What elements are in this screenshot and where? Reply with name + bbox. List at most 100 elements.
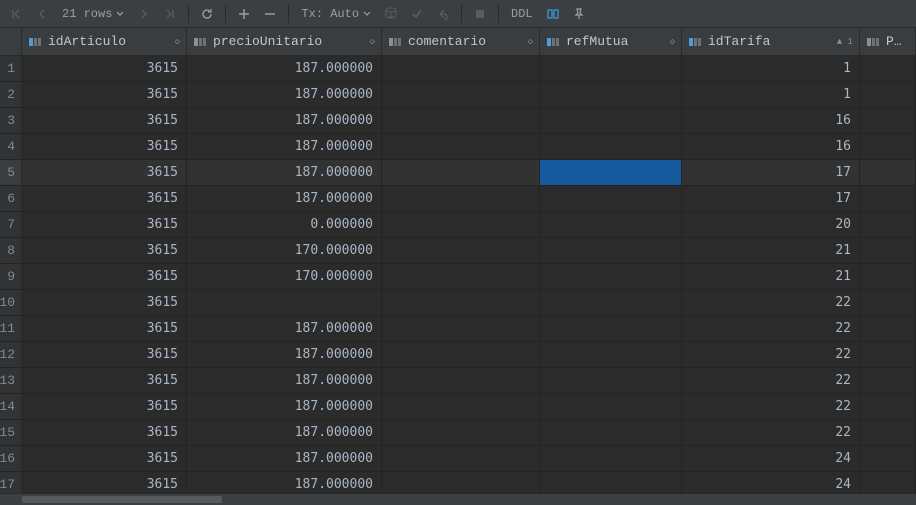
remove-row-button[interactable]	[258, 2, 282, 26]
prev-page-button[interactable]	[30, 2, 54, 26]
cell-idArticulo[interactable]: 3615	[22, 290, 187, 316]
cell-comentario[interactable]	[382, 186, 540, 212]
column-header-refMutua[interactable]: refMutua◇	[540, 28, 682, 56]
horizontal-scrollbar[interactable]	[0, 493, 916, 505]
ddl-button[interactable]: DDL	[505, 7, 539, 21]
cell-refMutua[interactable]	[540, 160, 682, 186]
row-number[interactable]: 3	[0, 108, 22, 134]
cell-pedi[interactable]	[860, 446, 916, 472]
column-header-Pedi[interactable]: Pedi	[860, 28, 916, 56]
row-number[interactable]: 16	[0, 446, 22, 472]
cell-refMutua[interactable]	[540, 134, 682, 160]
cell-refMutua[interactable]	[540, 472, 682, 493]
cell-pedi[interactable]	[860, 56, 916, 82]
cell-precioUnitario[interactable]: 187.000000	[187, 134, 382, 160]
cell-pedi[interactable]	[860, 368, 916, 394]
cell-idArticulo[interactable]: 3615	[22, 186, 187, 212]
cell-idArticulo[interactable]: 3615	[22, 238, 187, 264]
cell-comentario[interactable]	[382, 238, 540, 264]
cell-precioUnitario[interactable]	[187, 290, 382, 316]
cell-comentario[interactable]	[382, 82, 540, 108]
cell-refMutua[interactable]	[540, 108, 682, 134]
cell-idTarifa[interactable]: 24	[682, 446, 860, 472]
cell-idArticulo[interactable]: 3615	[22, 420, 187, 446]
cell-precioUnitario[interactable]: 187.000000	[187, 368, 382, 394]
reload-button[interactable]	[195, 2, 219, 26]
cell-idTarifa[interactable]: 22	[682, 316, 860, 342]
cell-precioUnitario[interactable]: 187.000000	[187, 342, 382, 368]
cell-idArticulo[interactable]: 3615	[22, 368, 187, 394]
row-number[interactable]: 8	[0, 238, 22, 264]
next-page-button[interactable]	[132, 2, 156, 26]
cell-precioUnitario[interactable]: 187.000000	[187, 82, 382, 108]
cell-refMutua[interactable]	[540, 316, 682, 342]
cell-precioUnitario[interactable]: 187.000000	[187, 160, 382, 186]
column-header-comentario[interactable]: comentario◇	[382, 28, 540, 56]
cell-pedi[interactable]	[860, 264, 916, 290]
add-row-button[interactable]	[232, 2, 256, 26]
row-number[interactable]: 9	[0, 264, 22, 290]
cell-idArticulo[interactable]: 3615	[22, 108, 187, 134]
cell-idTarifa[interactable]: 22	[682, 290, 860, 316]
cell-idTarifa[interactable]: 1	[682, 56, 860, 82]
cell-comentario[interactable]	[382, 134, 540, 160]
view-toggle-icon[interactable]	[541, 2, 565, 26]
pin-icon[interactable]	[567, 2, 591, 26]
cell-refMutua[interactable]	[540, 446, 682, 472]
cell-precioUnitario[interactable]: 187.000000	[187, 420, 382, 446]
cell-idTarifa[interactable]: 16	[682, 134, 860, 160]
cell-precioUnitario[interactable]: 187.000000	[187, 472, 382, 493]
cell-comentario[interactable]	[382, 160, 540, 186]
cell-precioUnitario[interactable]: 187.000000	[187, 56, 382, 82]
row-number[interactable]: 5	[0, 160, 22, 186]
row-number[interactable]: 17	[0, 472, 22, 493]
submit-check-icon[interactable]	[405, 2, 429, 26]
cell-comentario[interactable]	[382, 316, 540, 342]
cell-idArticulo[interactable]: 3615	[22, 394, 187, 420]
cell-precioUnitario[interactable]: 187.000000	[187, 446, 382, 472]
column-header-idArticulo[interactable]: idArticulo◇	[22, 28, 187, 56]
cell-refMutua[interactable]	[540, 368, 682, 394]
cell-idTarifa[interactable]: 21	[682, 264, 860, 290]
cell-refMutua[interactable]	[540, 56, 682, 82]
row-number[interactable]: 4	[0, 134, 22, 160]
cell-pedi[interactable]	[860, 472, 916, 493]
column-header-precioUnitario[interactable]: precioUnitario◇	[187, 28, 382, 56]
first-page-button[interactable]	[4, 2, 28, 26]
cell-comentario[interactable]	[382, 212, 540, 238]
cell-idTarifa[interactable]: 20	[682, 212, 860, 238]
cell-comentario[interactable]	[382, 264, 540, 290]
cell-idTarifa[interactable]: 21	[682, 238, 860, 264]
cell-idArticulo[interactable]: 3615	[22, 264, 187, 290]
cell-pedi[interactable]	[860, 316, 916, 342]
cell-idTarifa[interactable]: 16	[682, 108, 860, 134]
cell-refMutua[interactable]	[540, 342, 682, 368]
cell-idTarifa[interactable]: 22	[682, 420, 860, 446]
cell-idTarifa[interactable]: 1	[682, 82, 860, 108]
column-header-idTarifa[interactable]: idTarifa▲ 1	[682, 28, 860, 56]
commit-db-icon[interactable]	[379, 2, 403, 26]
cell-comentario[interactable]	[382, 290, 540, 316]
cell-precioUnitario[interactable]: 187.000000	[187, 316, 382, 342]
cell-refMutua[interactable]	[540, 238, 682, 264]
row-number[interactable]: 7	[0, 212, 22, 238]
scrollbar-thumb[interactable]	[22, 496, 222, 503]
cell-pedi[interactable]	[860, 134, 916, 160]
cell-comentario[interactable]	[382, 394, 540, 420]
cell-precioUnitario[interactable]: 170.000000	[187, 238, 382, 264]
cell-refMutua[interactable]	[540, 82, 682, 108]
rollback-icon[interactable]	[431, 2, 455, 26]
cell-idTarifa[interactable]: 22	[682, 342, 860, 368]
cell-pedi[interactable]	[860, 420, 916, 446]
row-number[interactable]: 14	[0, 394, 22, 420]
row-number[interactable]: 15	[0, 420, 22, 446]
tx-mode-button[interactable]: Tx: Auto	[295, 7, 377, 21]
row-number[interactable]: 2	[0, 82, 22, 108]
cell-refMutua[interactable]	[540, 264, 682, 290]
row-number[interactable]: 11	[0, 316, 22, 342]
row-number[interactable]: 13	[0, 368, 22, 394]
cell-idTarifa[interactable]: 22	[682, 394, 860, 420]
cell-idArticulo[interactable]: 3615	[22, 134, 187, 160]
cell-refMutua[interactable]	[540, 394, 682, 420]
cell-pedi[interactable]	[860, 238, 916, 264]
